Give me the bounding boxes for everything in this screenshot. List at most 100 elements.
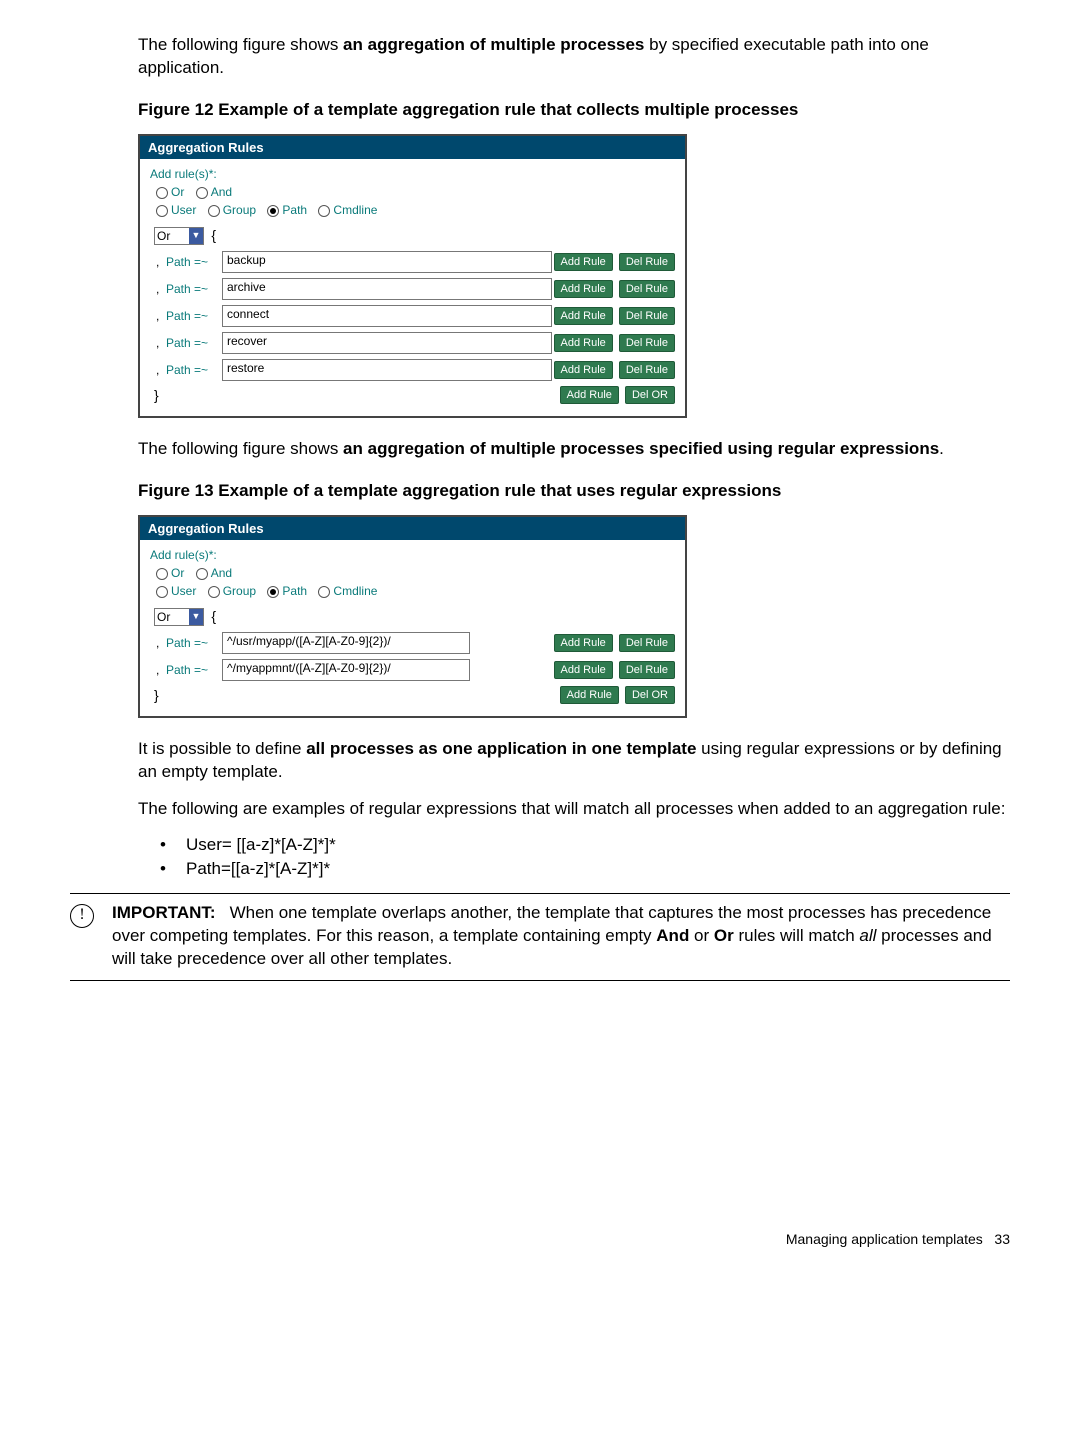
- del-or-button[interactable]: Del OR: [625, 686, 675, 704]
- comma: ,: [156, 363, 166, 377]
- radio-icon: [156, 187, 168, 199]
- radio-icon: [208, 586, 220, 598]
- panel-title: Aggregation Rules: [140, 517, 685, 540]
- del-rule-button[interactable]: Del Rule: [619, 253, 675, 271]
- radio-icon: [156, 205, 168, 217]
- close-row: } Add Rule Del OR: [154, 686, 675, 704]
- path-label: Path =~: [166, 255, 222, 269]
- figure13-caption: Figure 13 Example of a template aggregat…: [138, 481, 1010, 501]
- path-label: Path =~: [166, 363, 222, 377]
- path-input[interactable]: backup: [222, 251, 552, 273]
- radio-icon: [318, 205, 330, 217]
- del-rule-button[interactable]: Del Rule: [619, 280, 675, 298]
- close-brace: }: [154, 387, 159, 403]
- add-rule-button[interactable]: Add Rule: [554, 280, 613, 298]
- radio-row-logic: Or And: [156, 185, 675, 199]
- rule-line: ,Path =~backupAdd Rule Del Rule: [156, 251, 675, 273]
- regex-bullet-list: User= [[a-z]*[A-Z]*]* Path=[[a-z]*[A-Z]*…: [138, 835, 1010, 879]
- list-item: User= [[a-z]*[A-Z]*]*: [162, 835, 1010, 855]
- radio-and[interactable]: And: [196, 566, 232, 580]
- text: It is possible to define: [138, 739, 306, 758]
- rule-buttons: Add Rule Del Rule: [554, 661, 675, 679]
- rule-line: ,Path =~^/myappmnt/([A-Z][A-Z0-9]{2})/Ad…: [156, 659, 675, 681]
- radio-path[interactable]: Path: [267, 584, 307, 598]
- add-rule-button[interactable]: Add Rule: [554, 661, 613, 679]
- radio-group[interactable]: Group: [208, 203, 256, 217]
- path-input[interactable]: ^/myappmnt/([A-Z][A-Z0-9]{2})/: [222, 659, 470, 681]
- intro-paragraph-2: The following figure shows an aggregatio…: [138, 438, 1010, 461]
- close-row: } Add Rule Del OR: [154, 386, 675, 404]
- text-bold: all processes as one application in one …: [306, 739, 696, 758]
- close-brace: }: [154, 687, 159, 703]
- or-select-value: Or: [157, 229, 170, 243]
- radio-cmdline[interactable]: Cmdline: [318, 584, 377, 598]
- del-or-button[interactable]: Del OR: [625, 386, 675, 404]
- rule-line: ,Path =~recoverAdd Rule Del Rule: [156, 332, 675, 354]
- list-item: Path=[[a-z]*[A-Z]*]*: [162, 859, 1010, 879]
- radio-cmdline[interactable]: Cmdline: [318, 203, 377, 217]
- text-bold: an aggregation of multiple processes spe…: [343, 439, 939, 458]
- radio-icon: [318, 586, 330, 598]
- radio-icon: [267, 205, 279, 217]
- or-select[interactable]: Or▼: [154, 608, 204, 626]
- add-rule-button[interactable]: Add Rule: [554, 634, 613, 652]
- radio-label: Or: [171, 185, 184, 199]
- comma: ,: [156, 636, 166, 650]
- rule-line: ,Path =~^/usr/myapp/([A-Z][A-Z0-9]{2})/ A…: [156, 632, 675, 654]
- add-rule-button[interactable]: Add Rule: [554, 253, 613, 271]
- radio-user[interactable]: User: [156, 203, 196, 217]
- comma: ,: [156, 255, 166, 269]
- figure12-caption: Figure 12 Example of a template aggregat…: [138, 100, 1010, 120]
- del-rule-button[interactable]: Del Rule: [619, 661, 675, 679]
- comma: ,: [156, 282, 166, 296]
- del-rule-button[interactable]: Del Rule: [619, 307, 675, 325]
- comma: ,: [156, 336, 166, 350]
- radio-icon: [208, 205, 220, 217]
- path-input[interactable]: ^/usr/myapp/([A-Z][A-Z0-9]{2})/: [222, 632, 470, 654]
- important-label: IMPORTANT:: [112, 903, 216, 922]
- important-callout: ! IMPORTANT:When one template overlaps a…: [70, 893, 1010, 982]
- open-brace: {: [211, 227, 216, 243]
- path-label: Path =~: [166, 309, 222, 323]
- del-rule-button[interactable]: Del Rule: [619, 361, 675, 379]
- open-brace: {: [211, 608, 216, 624]
- radio-path[interactable]: Path: [267, 203, 307, 217]
- radio-label: And: [211, 185, 232, 199]
- add-rules-label: Add rule(s)*:: [150, 167, 675, 181]
- add-rule-button[interactable]: Add Rule: [554, 334, 613, 352]
- path-input[interactable]: archive: [222, 278, 552, 300]
- radio-icon: [156, 568, 168, 580]
- paragraph-all-processes: It is possible to define all processes a…: [138, 738, 1010, 784]
- or-open-row: Or▼ {: [154, 608, 675, 626]
- important-text: IMPORTANT:When one template overlaps ano…: [112, 902, 1010, 971]
- important-icon: !: [70, 904, 94, 928]
- radio-group[interactable]: Group: [208, 584, 256, 598]
- text: or: [689, 926, 714, 945]
- add-rule-button[interactable]: Add Rule: [554, 307, 613, 325]
- path-label: Path =~: [166, 636, 222, 650]
- radio-label: Group: [223, 203, 256, 217]
- rule-buttons: Add Rule Del Rule: [554, 361, 675, 379]
- add-rule-button[interactable]: Add Rule: [560, 386, 619, 404]
- add-rule-button[interactable]: Add Rule: [554, 361, 613, 379]
- radio-icon: [196, 187, 208, 199]
- footer-page-number: 33: [994, 1231, 1010, 1247]
- radio-or[interactable]: Or: [156, 566, 184, 580]
- path-input[interactable]: recover: [222, 332, 552, 354]
- aggregation-panel-fig13: Aggregation Rules Add rule(s)*: Or And U…: [138, 515, 687, 718]
- comma: ,: [156, 309, 166, 323]
- path-input[interactable]: restore: [222, 359, 552, 381]
- radio-and[interactable]: And: [196, 185, 232, 199]
- radio-user[interactable]: User: [156, 584, 196, 598]
- radio-label: Group: [223, 584, 256, 598]
- or-select[interactable]: Or▼: [154, 227, 204, 245]
- add-rule-button[interactable]: Add Rule: [560, 686, 619, 704]
- radio-label: Or: [171, 566, 184, 580]
- path-label: Path =~: [166, 336, 222, 350]
- add-rules-label: Add rule(s)*:: [150, 548, 675, 562]
- rule-buttons: Add Rule Del Rule: [554, 280, 675, 298]
- del-rule-button[interactable]: Del Rule: [619, 634, 675, 652]
- path-input[interactable]: connect: [222, 305, 552, 327]
- del-rule-button[interactable]: Del Rule: [619, 334, 675, 352]
- radio-or[interactable]: Or: [156, 185, 184, 199]
